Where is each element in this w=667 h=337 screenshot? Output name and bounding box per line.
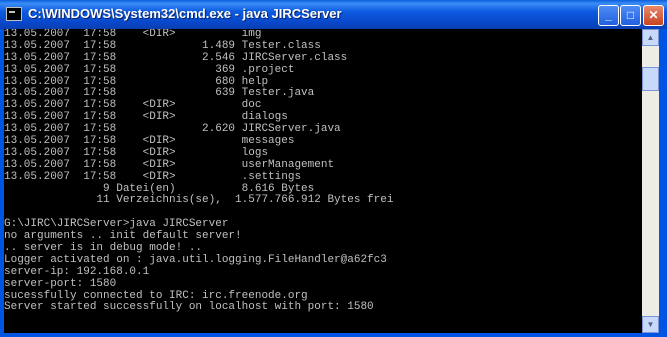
title-bar[interactable]: C:\WINDOWS\System32\cmd.exe - java JIRCS… [0,0,667,29]
scroll-up-button[interactable]: ▲ [642,29,659,46]
console-line: 13.05.2007 17:58 2.546 JIRCServer.class [4,51,348,64]
console-window: C:\WINDOWS\System32\cmd.exe - java JIRCS… [0,0,667,337]
console-line: server-ip: 192.168.0.1 [4,265,150,278]
maximize-button[interactable]: □ [620,5,641,26]
console-line: 13.05.2007 17:58 <DIR> .settings [4,170,302,183]
window-title: C:\WINDOWS\System32\cmd.exe - java JIRCS… [28,6,342,21]
vertical-scrollbar[interactable]: ▲ ▼ [642,29,659,333]
console-output[interactable]: 13.05.2007 17:58 <DIR> img 13.05.2007 17:… [4,29,642,333]
console-line: 13.05.2007 17:58 1.489 Tester.class [4,39,321,52]
console-line: 13.05.2007 17:58 <DIR> userManagement [4,158,335,171]
console-line: server-port: 1580 [4,277,117,290]
scroll-thumb[interactable] [642,67,659,91]
window-frame-bottom [0,333,667,337]
console-line: 13.05.2007 17:58 <DIR> logs [4,146,269,159]
console-line: Server started successfully on localhost… [4,301,374,314]
scroll-down-button[interactable]: ▼ [642,316,659,333]
console-line: 11 Verzeichnis(se), 1.577.766.912 Bytes … [4,194,394,207]
close-button[interactable]: ✕ [643,5,664,26]
console-line: 13.05.2007 17:58 369 .project [4,63,295,76]
minimize-button[interactable]: _ [598,5,619,26]
window-frame-right [659,29,667,337]
console-app-icon[interactable] [6,7,22,21]
